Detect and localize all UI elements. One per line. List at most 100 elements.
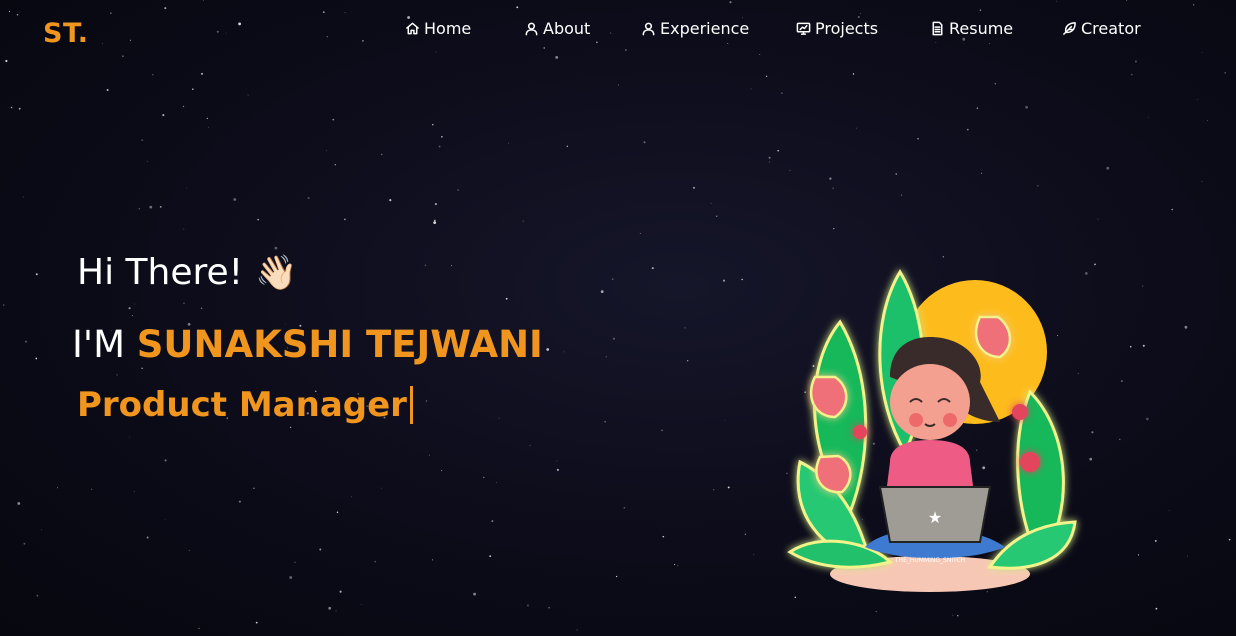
hero-greeting: Hi There! 👋🏻 [77, 252, 297, 293]
star-dot [36, 594, 39, 597]
star-dot [159, 205, 162, 208]
star-dot [605, 356, 607, 358]
star-dot [138, 208, 140, 210]
star-dot [146, 536, 149, 539]
star-dot [381, 487, 383, 489]
girl-with-laptop-illustration: ★ THE_HUMMING_SNITCH [787, 269, 1077, 592]
girl-face [890, 364, 970, 440]
star-dot [639, 232, 641, 234]
star-dot [332, 118, 335, 121]
star-dot [164, 519, 166, 520]
hero-role: Product Manager [77, 385, 413, 425]
nav-item-experience[interactable]: Experience [641, 19, 749, 38]
star-dot [307, 197, 310, 200]
role-text: Product Manager [77, 385, 407, 425]
star-dot [768, 156, 771, 159]
star-dot [116, 374, 118, 376]
star-dot [612, 337, 615, 340]
star-dot [200, 72, 204, 75]
star-dot [325, 150, 327, 151]
star-dot [3, 304, 5, 306]
nav-item-about[interactable]: About [524, 19, 590, 38]
star-dot [1094, 263, 1096, 266]
star-dot [457, 189, 459, 191]
star-dot [274, 246, 278, 250]
star-dot [374, 560, 377, 563]
star-dot [35, 273, 38, 276]
nav-item-creator[interactable]: Creator [1062, 19, 1141, 38]
nav-item-home[interactable]: Home [405, 19, 471, 38]
greeting-text: Hi There! [77, 252, 244, 293]
star-dot [247, 94, 249, 96]
star-dot [1187, 555, 1188, 557]
star-dot [57, 487, 58, 489]
star-dot [1037, 185, 1039, 187]
star-dot [789, 170, 791, 171]
star-dot [1091, 431, 1094, 434]
star-dot [615, 575, 618, 578]
star-dot [744, 533, 746, 536]
star-dot [1106, 166, 1110, 170]
star-dot [433, 219, 436, 222]
star-dot [604, 421, 606, 423]
star-dot [182, 105, 185, 108]
star-dot [777, 149, 780, 152]
star-dot [425, 400, 428, 402]
star-dot [715, 215, 718, 218]
user-icon [642, 22, 655, 36]
laptop-star-icon: ★ [928, 508, 942, 527]
star-dot [917, 137, 919, 140]
star-dot [319, 548, 322, 551]
name-prefix: I'M [72, 323, 126, 366]
star-dot [976, 107, 979, 109]
star-dot [643, 141, 646, 144]
star-dot [529, 445, 531, 447]
star-dot [335, 610, 337, 612]
star-dot [693, 187, 695, 189]
star-dot [1129, 345, 1132, 348]
star-dot [1097, 218, 1099, 220]
nav-item-resume[interactable]: Resume [930, 19, 1013, 38]
star-dot [856, 127, 857, 129]
star-dot [722, 279, 726, 282]
star-dot [1168, 510, 1170, 511]
star-dot [1154, 539, 1157, 542]
star-dot [25, 340, 27, 343]
star-dot [432, 123, 434, 126]
star-dot [41, 529, 43, 531]
nav-label-about: About [543, 19, 591, 38]
star-dot [141, 139, 143, 141]
star-dot [724, 419, 726, 421]
star-dot [162, 114, 165, 117]
star-dot [483, 476, 485, 479]
star-dot [207, 126, 209, 128]
star-dot [1120, 380, 1123, 383]
star-dot [750, 88, 752, 90]
site-logo[interactable]: ST. [43, 18, 89, 49]
star-dot [576, 629, 578, 631]
star-dot [491, 520, 494, 523]
star-dot [152, 74, 154, 76]
star-dot [1171, 208, 1173, 211]
star-dot [875, 611, 877, 613]
star-dot [781, 92, 783, 94]
star-dot [1119, 438, 1121, 441]
star-dot [200, 307, 203, 309]
star-dot [128, 307, 131, 310]
star-dot [441, 135, 443, 138]
nav-item-projects[interactable]: Projects [796, 19, 878, 38]
star-dot [505, 297, 508, 300]
illustration-signature: THE_HUMMING_SNITCH [894, 557, 965, 564]
star-dot [424, 264, 427, 267]
nav-label-experience: Experience [660, 19, 750, 38]
person-name: SUNAKSHI TEJWANI [136, 323, 543, 366]
star-dot [687, 360, 689, 362]
nav-label-creator: Creator [1081, 19, 1141, 38]
star-dot [1130, 73, 1133, 76]
star-dot [829, 177, 832, 180]
star-dot [566, 145, 568, 147]
star-dot [432, 559, 434, 561]
star-dot [1137, 554, 1140, 556]
star-dot [1196, 98, 1198, 100]
star-dot [1142, 285, 1144, 287]
